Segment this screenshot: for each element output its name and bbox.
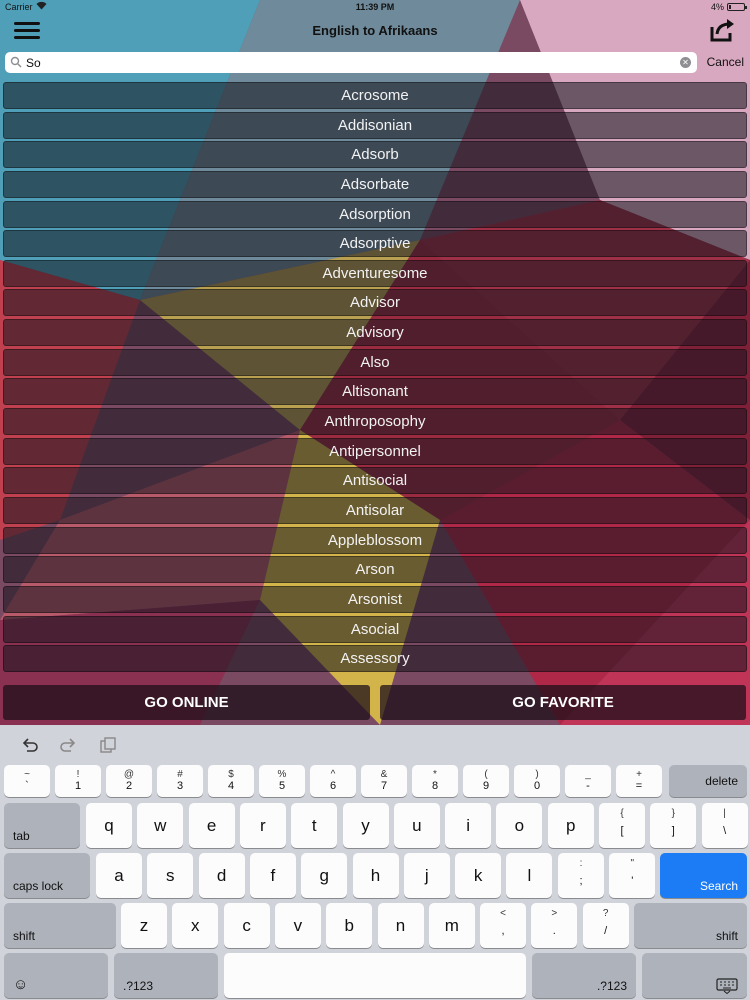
key-=[interactable]: + = xyxy=(616,765,662,797)
numbers-key-right[interactable]: .?123 xyxy=(532,953,636,998)
key-g[interactable]: g xyxy=(301,853,348,898)
key-2[interactable]: @2 xyxy=(106,765,152,797)
paste-icon[interactable] xyxy=(98,735,118,755)
key--[interactable]: _ - xyxy=(565,765,611,797)
key-t[interactable]: t xyxy=(291,803,338,848)
key-o[interactable]: o xyxy=(496,803,543,848)
list-item[interactable]: Antisolar xyxy=(3,496,747,524)
list-item[interactable]: Appleblossom xyxy=(3,526,747,554)
list-item[interactable]: Antipersonnel xyxy=(3,437,747,465)
key-u[interactable]: u xyxy=(393,803,440,848)
list-item[interactable]: Adsorption xyxy=(3,200,747,228)
key-`[interactable]: ~ ` xyxy=(4,765,50,797)
keyboard-dismiss-icon[interactable] xyxy=(642,953,747,998)
key-symbol[interactable]: {[ xyxy=(599,803,645,848)
emoji-icon[interactable]: ☺ xyxy=(4,953,108,998)
key-l[interactable]: l xyxy=(506,853,553,898)
key-i[interactable]: i xyxy=(445,803,492,848)
list-item[interactable]: Assessory xyxy=(3,645,747,673)
battery-icon xyxy=(727,3,747,11)
list-item[interactable]: Addisonian xyxy=(3,111,747,139)
key-w[interactable]: w xyxy=(137,803,184,848)
key-symbol[interactable]: " ' xyxy=(609,853,656,898)
key-symbol[interactable]: :; xyxy=(558,853,604,898)
key-f[interactable]: f xyxy=(249,853,296,898)
page-title: English to Afrikaans xyxy=(312,23,438,38)
key-k[interactable]: k xyxy=(455,853,502,898)
search-input[interactable] xyxy=(26,54,676,71)
key-1[interactable]: ! 1 xyxy=(55,765,101,797)
shift-key-right[interactable]: shift xyxy=(634,903,747,948)
status-time: 11:39 PM xyxy=(355,2,395,12)
redo-icon[interactable] xyxy=(58,735,78,755)
key-h[interactable]: h xyxy=(352,853,399,898)
search-bar: ✕ xyxy=(5,52,697,73)
shift-key-left[interactable]: shift xyxy=(4,903,116,948)
key-e[interactable]: e xyxy=(188,803,235,848)
search-icon xyxy=(10,56,22,68)
key-6[interactable]: ^ 6 xyxy=(310,765,356,797)
results-list: Acrosome Addisonian Adsorb Adsorbate Ads… xyxy=(3,82,747,675)
key-8[interactable]: * 8 xyxy=(412,765,458,797)
key-z[interactable]: z xyxy=(121,903,167,948)
key-n[interactable]: n xyxy=(377,903,424,948)
list-item[interactable]: Asocial xyxy=(3,615,747,643)
list-item[interactable]: Adventuresome xyxy=(3,259,747,287)
key-p[interactable]: p xyxy=(547,803,594,848)
key-a[interactable]: a xyxy=(96,853,142,898)
key-9[interactable]: (9 xyxy=(463,765,509,797)
go-favorite-button[interactable]: GO FAVORITE xyxy=(380,685,746,720)
list-item[interactable]: Antisocial xyxy=(3,467,747,495)
list-item[interactable]: Adsorbate xyxy=(3,170,747,198)
key-s[interactable]: s xyxy=(147,853,194,898)
key-3[interactable]: #3 xyxy=(157,765,203,797)
key-symbol[interactable]: >. xyxy=(531,903,578,948)
keyboard-shortcut-bar xyxy=(0,725,750,765)
clear-icon[interactable]: ✕ xyxy=(680,57,691,68)
delete-key[interactable]: delete xyxy=(669,765,747,797)
search-key[interactable]: Search xyxy=(660,853,747,898)
list-item[interactable]: Altisonant xyxy=(3,378,747,406)
status-bar: Carrier 11:39 PM 4% xyxy=(0,0,750,14)
tab-key[interactable]: tab xyxy=(4,803,80,848)
caps-lock-key[interactable]: caps lock xyxy=(4,853,90,898)
key-symbol[interactable]: ? / xyxy=(582,903,629,948)
key-x[interactable]: x xyxy=(172,903,219,948)
key-m[interactable]: m xyxy=(428,903,475,948)
key-5[interactable]: % 5 xyxy=(259,765,305,797)
key-0[interactable]: ) 0 xyxy=(514,765,560,797)
key-4[interactable]: $4 xyxy=(208,765,254,797)
space-bar[interactable] xyxy=(224,953,526,998)
key-symbol[interactable]: | \ xyxy=(701,803,748,848)
share-icon[interactable] xyxy=(710,18,736,42)
key-7[interactable]: & 7 xyxy=(361,765,407,797)
key-r[interactable]: r xyxy=(239,803,286,848)
numbers-key-left[interactable]: .?123 xyxy=(114,953,218,998)
key-b[interactable]: b xyxy=(326,903,373,948)
go-online-button[interactable]: GO ONLINE xyxy=(3,685,370,720)
battery-percent: 4% xyxy=(710,2,724,12)
undo-icon[interactable] xyxy=(20,735,40,755)
list-item[interactable]: Adsorptive xyxy=(3,230,747,258)
list-item[interactable]: Anthroposophy xyxy=(3,408,747,436)
list-item[interactable]: Also xyxy=(3,348,747,376)
list-item[interactable]: Adsorb xyxy=(3,141,747,169)
key-symbol[interactable]: }] xyxy=(650,803,697,848)
key-c[interactable]: c xyxy=(223,903,270,948)
key-y[interactable]: y xyxy=(342,803,389,848)
list-item[interactable]: Acrosome xyxy=(3,82,747,109)
list-item[interactable]: Arson xyxy=(3,556,747,584)
list-item[interactable]: Advisor xyxy=(3,289,747,317)
nav-bar: English to Afrikaans xyxy=(0,14,750,48)
key-q[interactable]: q xyxy=(86,803,132,848)
key-v[interactable]: v xyxy=(274,903,321,948)
key-d[interactable]: d xyxy=(198,853,245,898)
cancel-button[interactable]: Cancel xyxy=(707,55,744,69)
list-item[interactable]: Arsonist xyxy=(3,585,747,613)
list-item[interactable]: Advisory xyxy=(3,319,747,347)
key-symbol[interactable]: <, xyxy=(480,903,526,948)
keyboard: ~ `! 1 @2 #3 $4% 5 ^ 6 & 7 * 8(9) 0 _ - + = delete tab q w e r t… xyxy=(0,725,750,1000)
key-j[interactable]: j xyxy=(403,853,450,898)
